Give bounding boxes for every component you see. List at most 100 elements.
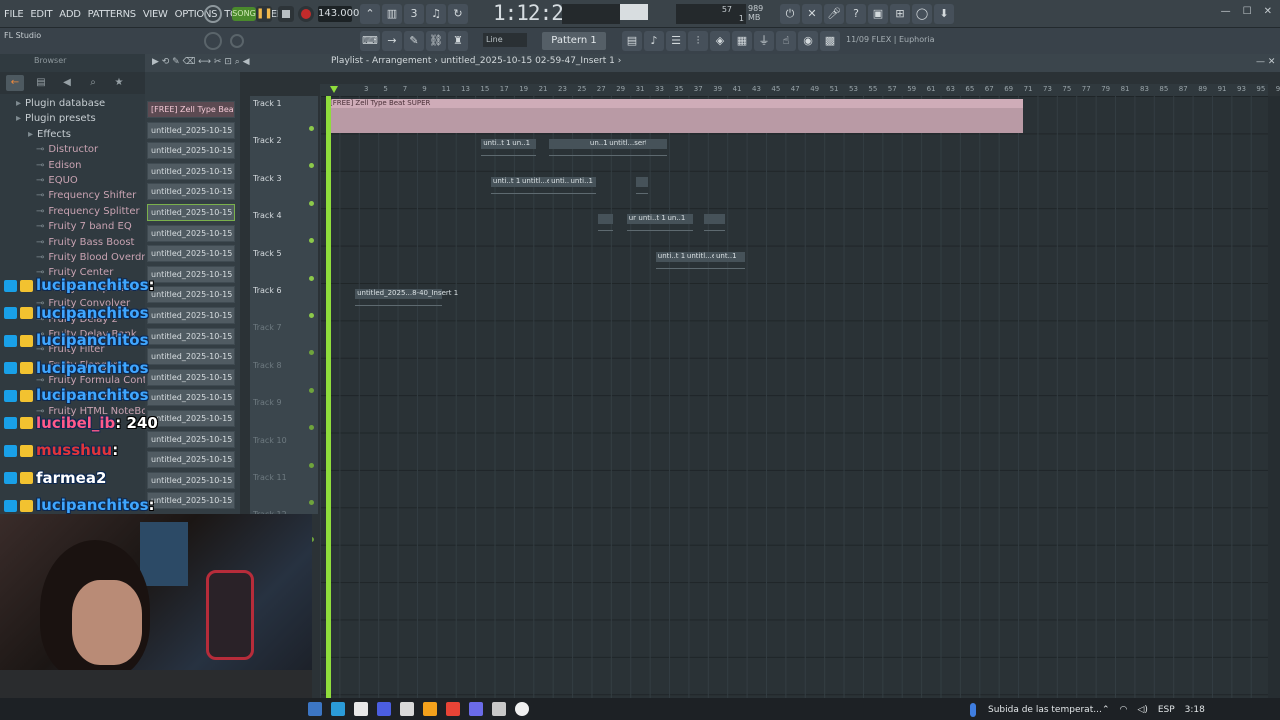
volume-icon[interactable]: ◁) (1137, 705, 1147, 715)
weather-widget[interactable]: Subida de las temperat... (988, 705, 1102, 715)
explorer-app-icon[interactable] (331, 702, 345, 716)
pattern-selector[interactable]: Pattern 1 (542, 32, 606, 50)
pattern-clip[interactable] (549, 139, 571, 157)
blend-notes-icon[interactable]: ♫ (426, 4, 446, 24)
master-volume-knob[interactable] (204, 32, 222, 50)
pattern-clip[interactable]: untitled_2025...8-40_Insert 1 (355, 289, 458, 306)
song-mode-button[interactable]: SONG (232, 7, 256, 21)
flstudio-app-icon[interactable] (423, 702, 437, 716)
track-name[interactable]: Track 9 (253, 398, 282, 407)
close-icon[interactable]: ✕ (1264, 6, 1272, 17)
timeline-ruler[interactable]: 3 5 7 9 11 13 15 17 19 21 23 25 27 29 31 33 35 37 39 41 43 45… (320, 84, 1280, 96)
speaker-icon[interactable]: ◀ (58, 75, 76, 91)
cube-icon[interactable]: ◈ (710, 31, 730, 51)
track-mute-icon[interactable] (309, 462, 314, 468)
pattern-clip[interactable] (704, 214, 726, 232)
picker-item[interactable]: untitled_2025-10-15 03-.. (147, 471, 235, 489)
search-icon[interactable]: ⌕ (84, 75, 102, 91)
track-mute-icon[interactable] (309, 500, 314, 505)
tempo-display[interactable]: 143.000 (318, 6, 359, 22)
mixer-icon[interactable]: ⫶ (688, 31, 708, 51)
microphone-icon[interactable]: 🎤︎ (824, 4, 844, 24)
arrow-right-icon[interactable]: → (382, 31, 402, 51)
capture-app-icon[interactable] (400, 702, 414, 716)
pattern-clip[interactable]: unt..1 (714, 251, 746, 269)
stamp-icon[interactable]: ♜ (448, 31, 468, 51)
minimize-icon[interactable]: — (1221, 6, 1231, 17)
menu-item-patterns[interactable]: PATTERNS (88, 9, 137, 20)
loop-record-icon[interactable]: ↻ (448, 4, 468, 24)
picker-item[interactable]: untitled_2025-10-15 03-.. (147, 410, 235, 427)
master-pitch-knob[interactable] (230, 34, 244, 48)
browser-item[interactable]: ▸ Plugin database (16, 98, 105, 109)
language-indicator[interactable]: ESP (1158, 705, 1175, 715)
marketplace-icon[interactable]: ▩ (820, 31, 840, 51)
picker-item[interactable]: untitled_2025-10-15 03-.. (147, 451, 235, 469)
picker-item[interactable]: untitled_2025-10-15 03-.. (147, 307, 235, 324)
browser-icon[interactable]: ▦ (732, 31, 752, 51)
picker-item[interactable]: untitled_2025-10-15 02-.. (147, 204, 235, 221)
star-icon[interactable]: ★ (110, 75, 128, 91)
picker-item[interactable]: untitled_2025-10-15 03-.. (147, 286, 235, 304)
pattern-clip[interactable]: un..1 (510, 139, 537, 157)
picker-item[interactable]: untitled_2025-10-15 03-.. (147, 492, 235, 510)
chat-icon[interactable]: ◯ (912, 4, 932, 24)
eye-icon[interactable]: ◉ (798, 31, 818, 51)
picker-item[interactable]: untitled_2025-10-15 03-.. (147, 389, 235, 407)
play-button[interactable]: ❚❚ (256, 6, 273, 22)
browser-item[interactable]: ⊸ Distructor (36, 144, 98, 155)
back-icon[interactable]: ← (6, 75, 24, 91)
browser-item[interactable]: ⊸ Frequency Shifter (36, 190, 136, 201)
folder-icon[interactable]: ▤ (32, 75, 50, 91)
browser-item[interactable]: ⊸ Frequency Splitter (36, 206, 140, 217)
track-name[interactable]: Track 4 (253, 211, 282, 220)
pattern-clip[interactable] (646, 139, 668, 157)
playlist-icon[interactable]: ▤ (622, 31, 642, 51)
power-icon[interactable]: ⏻ (780, 4, 800, 24)
picker-item[interactable]: untitled_2025-10-15 03-.. (147, 245, 235, 263)
playhead[interactable] (326, 96, 331, 698)
keyboard-icon[interactable]: ⌨ (360, 31, 380, 51)
tools-icon[interactable]: ✕ (802, 4, 822, 24)
media-app-icon[interactable] (515, 702, 529, 716)
chevron-up-icon[interactable]: ⌃ (1102, 705, 1110, 715)
channel-rack-icon[interactable]: ☰ (666, 31, 686, 51)
pattern-clip[interactable] (568, 139, 590, 157)
playlist-window-controls[interactable]: — ✕ (1256, 57, 1275, 67)
track-name[interactable]: Track 6 (253, 286, 282, 295)
track-name[interactable]: Track 2 (253, 136, 282, 145)
menu-item-file[interactable]: FILE (4, 9, 24, 20)
track-mute-icon[interactable] (309, 387, 314, 393)
picker-item[interactable]: untitled_2025-10-15 02-.. (147, 224, 235, 242)
browser-item[interactable]: ⊸ Fruity Bass Boost (36, 237, 134, 248)
picker-item[interactable]: untitled_2025-10-15 02-.. (147, 142, 235, 160)
metronome-icon[interactable]: ⌃ (360, 4, 380, 24)
notepad-app-icon[interactable] (354, 702, 368, 716)
vertical-scrollbar[interactable] (1268, 96, 1280, 698)
menu-item-edit[interactable]: EDIT (30, 9, 52, 20)
arrangement-grid[interactable] (320, 96, 1268, 698)
preset-news[interactable]: 11/09 FLEX | Euphoria (846, 35, 935, 44)
picker-item[interactable]: untitled_2025-10-15 03-.. (147, 265, 235, 283)
browser-item[interactable]: ▸ Plugin presets (16, 113, 96, 124)
obs-app-icon[interactable] (492, 702, 506, 716)
picker-item[interactable]: untitled_2025-10-15 03-.. (147, 327, 235, 345)
clock[interactable]: 3:18 (1185, 705, 1205, 715)
link-icon[interactable]: ⛓ (426, 31, 446, 51)
plug-icon[interactable]: ⏚ (754, 31, 774, 51)
browser-item[interactable]: ⊸ EQUO (36, 175, 78, 186)
download-icon[interactable]: ⬇ (934, 4, 954, 24)
plugin-icon[interactable]: ⊞ (890, 4, 910, 24)
wait-input-icon[interactable]: ▥ (382, 4, 402, 24)
pattern-clip[interactable]: un..1 (665, 214, 694, 232)
picker-item[interactable]: untitled_2025-10-15 03-.. (147, 348, 235, 366)
chrome-app-icon[interactable] (446, 702, 460, 716)
pat-song-toggle-icon[interactable] (204, 5, 222, 23)
calendar-app-icon[interactable] (308, 702, 322, 716)
picker-item[interactable]: untitled_2025-10-15 03-.. (147, 430, 235, 448)
track-mute-icon[interactable] (309, 313, 314, 318)
track-name[interactable]: Track 5 (253, 249, 282, 258)
audio-clip[interactable] (327, 99, 1023, 133)
browser-item[interactable]: ⊸ Fruity Blood Overdrive (36, 252, 160, 263)
track-mute-icon[interactable] (309, 275, 314, 281)
